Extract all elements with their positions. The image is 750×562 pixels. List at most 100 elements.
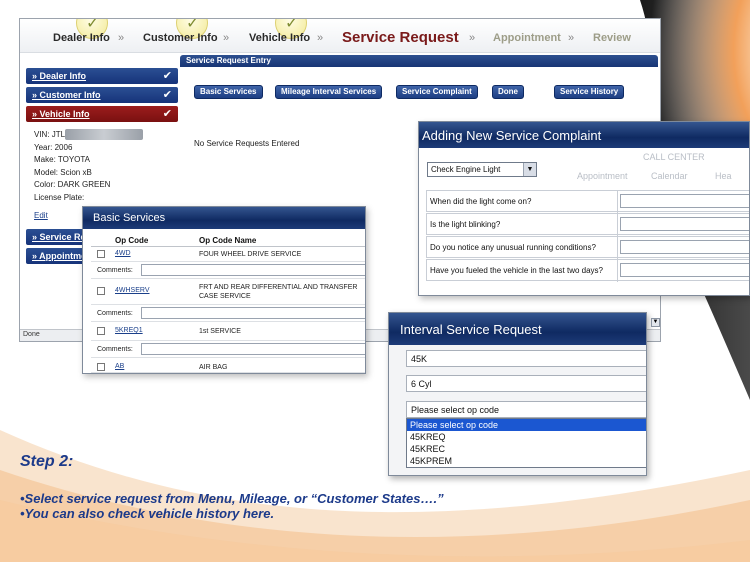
sidebar-item-dealer-info[interactable]: » Dealer Info ✔ <box>26 68 178 84</box>
comments-label: Comments: <box>97 310 133 317</box>
divider <box>617 191 618 213</box>
dropdown-option[interactable]: Please select op code <box>407 419 646 431</box>
dropdown-option[interactable]: 45KREQ <box>407 431 646 443</box>
op-code-table: Op Code Op Code Name 4WD FOUR WHEEL DRIV… <box>91 233 365 373</box>
basic-services-button[interactable]: Basic Services <box>194 85 263 99</box>
op-code-link[interactable]: 5KREQ1 <box>115 327 143 334</box>
sidebar-item-label: » Appointme <box>32 250 87 261</box>
column-header-op-code-name: Op Code Name <box>199 236 257 245</box>
question-label: Have you fueled the vehicle in the last … <box>430 266 603 275</box>
row-checkbox[interactable] <box>97 327 105 335</box>
op-code-name: FRT AND REAR DIFFERENTIAL AND TRANSFER C… <box>199 284 358 300</box>
table-row: AB AIR BAG <box>91 358 365 373</box>
table-header: Op Code Op Code Name <box>91 233 365 247</box>
scroll-down-icon[interactable]: ▼ <box>651 318 660 327</box>
complaint-type-value: Check Engine Light <box>431 165 501 174</box>
complaint-dialog: Adding New Service Complaint CALL CENTER… <box>418 121 750 296</box>
table-row: 4WHSERV FRT AND REAR DIFFERENTIAL AND TR… <box>91 279 365 305</box>
complaint-type-select[interactable]: Check Engine Light ▼ <box>427 162 537 177</box>
step-separator: » <box>118 32 125 44</box>
service-complaint-button[interactable]: Service Complaint <box>396 85 478 99</box>
question-label: When did the light come on? <box>430 197 532 206</box>
empty-state-text: No Service Requests Entered <box>194 139 300 148</box>
slide-caption: Step 2: •Select service request from Men… <box>20 453 444 521</box>
background-text: Appointment <box>577 171 628 181</box>
mileage-interval-button[interactable]: Mileage Interval Services <box>275 85 383 99</box>
check-icon: ✔ <box>162 88 172 101</box>
op-code-link[interactable]: AB <box>115 363 124 370</box>
sidebar-item-customer-info[interactable]: » Customer Info ✔ <box>26 87 178 103</box>
question-row: When did the light come on? <box>426 190 749 213</box>
op-code-name: AIR BAG <box>199 364 228 371</box>
row-checkbox[interactable] <box>97 250 105 258</box>
vehicle-plate: License Plate: <box>34 192 85 202</box>
row-checkbox[interactable] <box>97 363 105 371</box>
step-separator: » <box>317 32 324 44</box>
comments-input[interactable] <box>141 343 365 355</box>
service-buttons: Basic Services Mileage Interval Services… <box>180 85 658 101</box>
comments-input[interactable] <box>141 307 365 319</box>
basic-services-dialog: Basic Services Op Code Op Code Name 4WD … <box>82 206 366 374</box>
panel-header: Service Request Entry <box>180 55 658 67</box>
sidebar-item-label: » Customer Info <box>32 90 101 100</box>
vehicle-vin: VIN: JTL <box>34 130 66 139</box>
step-separator: » <box>469 32 476 44</box>
question-label: Is the light blinking? <box>430 220 501 229</box>
caption-bullet: •You can also check vehicle history here… <box>20 506 275 521</box>
comments-row: Comments: <box>91 341 365 358</box>
caption-bullet: •Select service request from Menu, Milea… <box>20 491 444 506</box>
vehicle-model: Model: Scion xB <box>34 167 92 177</box>
question-row: Is the light blinking? <box>426 213 749 236</box>
background-text: Hea <box>715 171 732 181</box>
answer-input[interactable] <box>620 263 749 277</box>
divider <box>617 214 618 236</box>
mileage-field[interactable]: 45K <box>406 350 646 367</box>
question-row: Do you notice any unusual running condit… <box>426 236 749 259</box>
op-code-link[interactable]: 4WHSERV <box>115 287 150 294</box>
complaint-body: CALL CENTER Appointment Calendar Hea Che… <box>419 148 749 295</box>
comments-label: Comments: <box>97 346 133 353</box>
progress-steps: Dealer Info » Customer Info » Vehicle In… <box>20 19 660 53</box>
chevron-down-icon: ▼ <box>523 163 536 176</box>
comments-label: Comments: <box>97 267 133 274</box>
vin-redaction <box>65 129 144 141</box>
sidebar-item-label: » Vehicle Info <box>32 109 90 119</box>
vehicle-make: Make: TOYOTA <box>34 155 91 164</box>
answer-input[interactable] <box>620 240 749 254</box>
sidebar-item-label: » Service Re <box>32 231 86 242</box>
question-row: Have you fueled the vehicle in the last … <box>426 259 749 282</box>
background-text: CALL CENTER <box>643 152 705 162</box>
step-vehicle-info[interactable]: Vehicle Info <box>249 32 310 44</box>
done-button[interactable]: Done <box>492 85 524 99</box>
table-row: 5KREQ1 1st SERVICE <box>91 322 365 341</box>
step-service-request: Service Request <box>342 29 459 46</box>
step-appointment: Appointment <box>493 32 561 44</box>
caption-title: Step 2: <box>20 453 74 470</box>
op-code-name: FOUR WHEEL DRIVE SERVICE <box>199 251 302 258</box>
vehicle-color: Color: DARK GREEN <box>34 180 111 189</box>
background-text: Calendar <box>651 171 688 181</box>
op-code-link[interactable]: 4WD <box>115 250 131 257</box>
vehicle-year: Year: 2006 <box>34 142 73 152</box>
check-icon: ✔ <box>162 69 172 82</box>
comments-input[interactable] <box>141 264 365 276</box>
divider <box>617 260 618 282</box>
column-header-op-code: Op Code <box>115 236 149 245</box>
answer-input[interactable] <box>620 194 749 208</box>
engine-field[interactable]: 6 Cyl <box>406 375 646 392</box>
table-row: 4WD FOUR WHEEL DRIVE SERVICE <box>91 247 365 262</box>
comments-row: Comments: <box>91 305 365 322</box>
service-history-button[interactable]: Service History <box>554 85 625 99</box>
row-checkbox[interactable] <box>97 287 105 295</box>
answer-input[interactable] <box>620 217 749 231</box>
comments-row: Comments: <box>91 262 365 279</box>
op-code-select[interactable]: Please select op code <box>406 401 646 418</box>
step-customer-info[interactable]: Customer Info <box>143 32 218 44</box>
step-dealer-info[interactable]: Dealer Info <box>53 32 110 44</box>
interval-service-dialog: Interval Service Request 45K 6 Cyl Pleas… <box>388 312 647 476</box>
dialog-title: Interval Service Request <box>389 313 646 345</box>
step-review: Review <box>593 32 631 44</box>
sidebar-item-vehicle-info[interactable]: » Vehicle Info ✔ <box>26 106 178 122</box>
check-icon: ✔ <box>162 107 172 120</box>
sidebar-item-label: » Dealer Info <box>32 71 87 81</box>
